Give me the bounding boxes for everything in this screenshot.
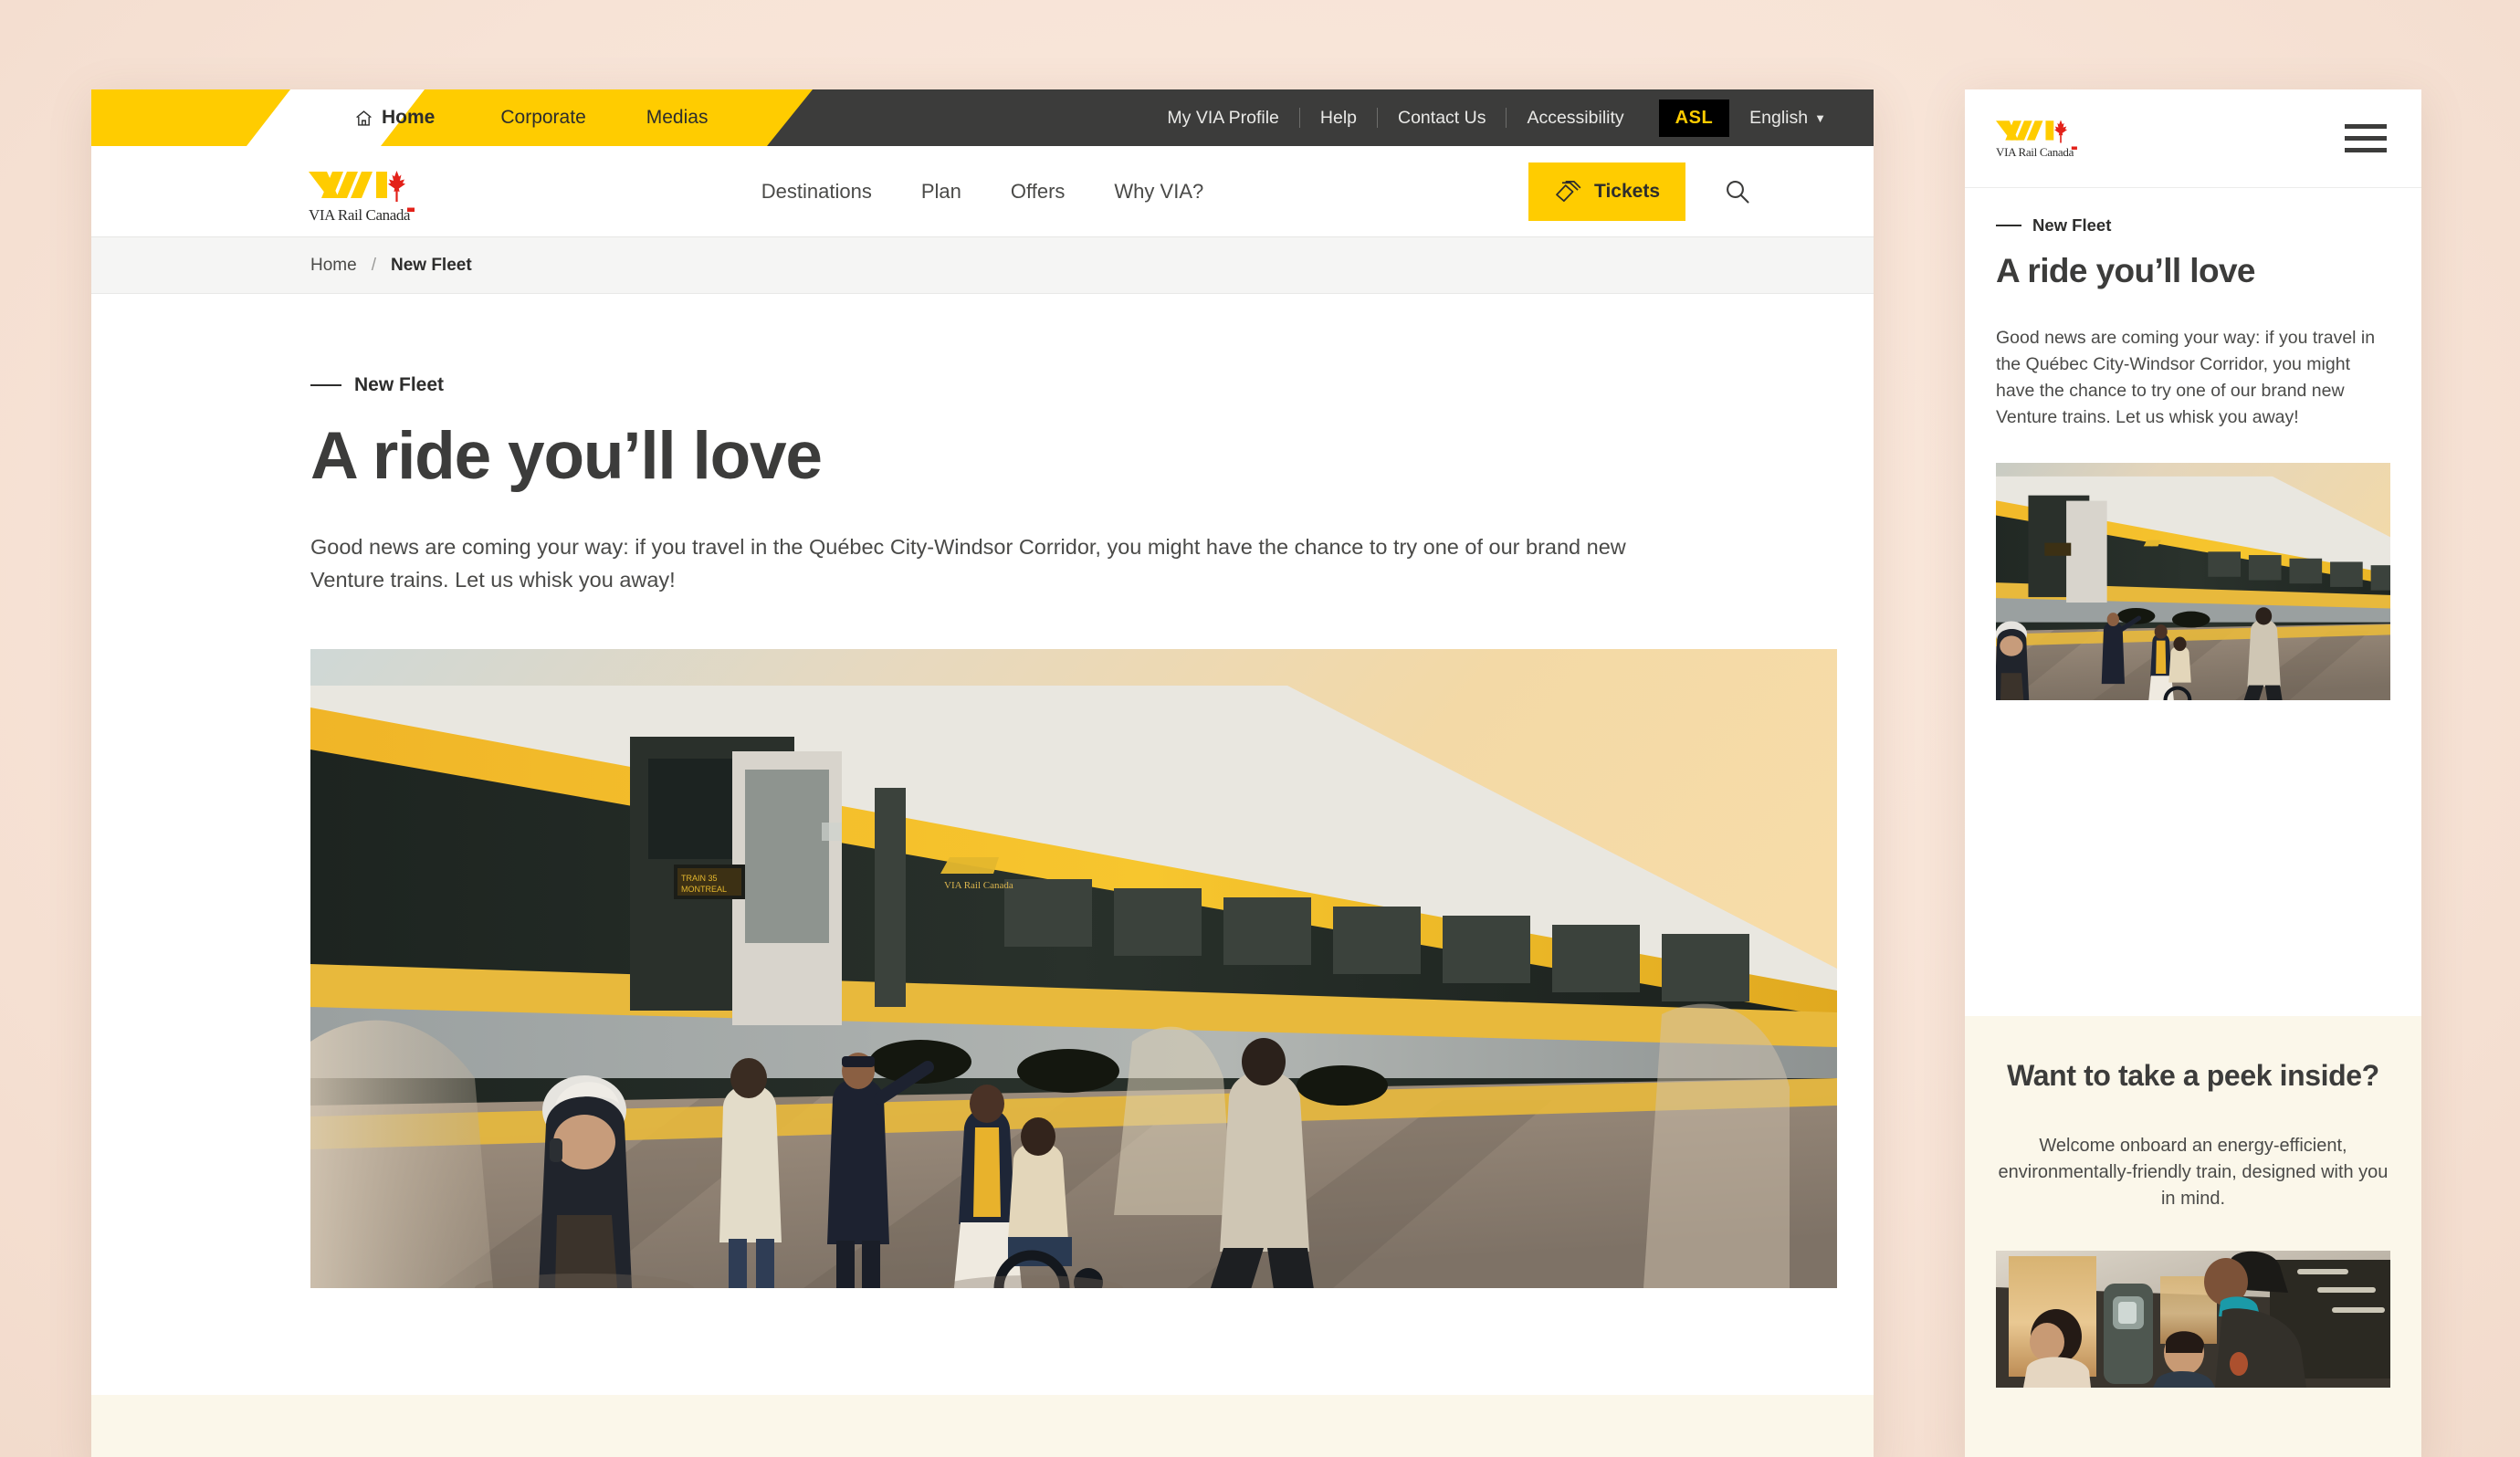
breadcrumb-item-new-fleet: New Fleet (390, 255, 472, 275)
mobile-eyebrow-rule (1996, 225, 2021, 226)
main-header: VIA Rail Canada Destinations Plan Offers… (91, 146, 1874, 237)
next-section-band (91, 1395, 1874, 1457)
mobile-peek-section: Want to take a peek inside? Welcome onbo… (1965, 1016, 2421, 1457)
main-navigation: Destinations Plan Offers Why VIA? (761, 146, 1203, 237)
home-icon (354, 109, 373, 128)
hamburger-menu-icon[interactable] (2341, 121, 2390, 156)
nav-link-plan[interactable]: Plan (921, 180, 961, 204)
utility-topbar: Home Corporate Medias My VIA Profile Hel… (91, 89, 1874, 146)
search-button[interactable] (1718, 173, 1757, 211)
mobile-peek-body: Welcome onboard an energy-efficient, env… (1998, 1136, 2389, 1210)
desktop-browser-panel: Home Corporate Medias My VIA Profile Hel… (91, 89, 1874, 1457)
language-selector[interactable]: English ▼ (1737, 108, 1826, 129)
utility-link-my-via-profile[interactable]: My VIA Profile (1147, 108, 1298, 129)
hamburger-bar (2345, 136, 2387, 141)
breadcrumb: Home / New Fleet (91, 237, 1874, 294)
svg-text:MONTREAL: MONTREAL (681, 885, 727, 894)
utility-link-contact-us[interactable]: Contact Us (1378, 108, 1506, 129)
hero-image: TRAIN 35 MONTREAL VIA Rail Canada (310, 649, 1837, 1289)
topbar-link-corporate-label: Corporate (500, 107, 586, 128)
tickets-icon (1554, 181, 1581, 203)
mobile-interior-image: Onboard attendant serving passengers ins… (1996, 1251, 2390, 1389)
topbar-primary-links: Home Corporate Medias (91, 89, 708, 146)
mobile-via-logo-wordmark: VIA Rail Canada (1996, 145, 2080, 160)
svg-text:VIA Rail Canada: VIA Rail Canada (944, 880, 1013, 891)
nav-link-offers[interactable]: Offers (1011, 180, 1066, 204)
utility-link-help[interactable]: Help (1300, 108, 1377, 129)
mobile-via-rail-logo[interactable]: VIA Rail Canada (1996, 118, 2080, 160)
language-selector-label: English (1749, 107, 1809, 128)
hamburger-bar (2345, 148, 2387, 152)
via-logo-mark (309, 168, 418, 204)
mobile-article: New Fleet A ride you’ll love Good news a… (1965, 188, 2421, 701)
mobile-browser-panel: VIA Rail Canada New Fleet A ride you’ll … (1965, 89, 2421, 1457)
hero-image-illustration: TRAIN 35 MONTREAL VIA Rail Canada (310, 649, 1837, 1289)
page-title: A ride you’ll love (310, 419, 823, 493)
asl-badge[interactable]: ASL (1658, 99, 1730, 137)
search-icon (1724, 178, 1751, 205)
utility-link-accessibility[interactable]: Accessibility (1507, 108, 1643, 129)
tickets-button-label: Tickets (1594, 181, 1660, 202)
hamburger-bar (2345, 124, 2387, 129)
mobile-page-title: A ride you’ll love (1996, 252, 2256, 289)
header-actions: Tickets (1528, 146, 1757, 237)
breadcrumb-separator: / (371, 255, 376, 275)
chevron-down-icon: ▼ (1814, 110, 1826, 125)
mobile-interior-illustration (1996, 1251, 2390, 1389)
svg-text:VIA Rail Canada: VIA Rail Canada (309, 206, 411, 224)
tickets-button[interactable]: Tickets (1528, 162, 1685, 221)
nav-link-destinations[interactable]: Destinations (761, 180, 872, 204)
article-eyebrow: New Fleet (310, 374, 1654, 396)
article-lede: Good news are coming your way: if you tr… (310, 534, 1626, 592)
person-foreground-phone (539, 1075, 632, 1289)
nav-link-why-via[interactable]: Why VIA? (1114, 180, 1203, 204)
breadcrumb-item-home[interactable]: Home (310, 256, 357, 276)
article-content: New Fleet A ride you’ll love Good news a… (91, 294, 1874, 1289)
mobile-hero-image: Passengers boarding a VIA Rail Venture t… (1996, 463, 2390, 701)
mobile-peek-title: Want to take a peek inside? (2007, 1059, 2379, 1092)
mobile-header: VIA Rail Canada (1965, 89, 2421, 188)
svg-text:VIA Rail Canada: VIA Rail Canada (1996, 145, 2074, 159)
topbar-utility-links: My VIA Profile Help Contact Us Accessibi… (1147, 89, 1826, 146)
mobile-article-eyebrow-label: New Fleet (2032, 215, 2112, 235)
topbar-link-home[interactable]: Home (354, 107, 435, 129)
svg-text:TRAIN 35: TRAIN 35 (681, 874, 718, 883)
mobile-hero-illustration (1996, 463, 2390, 701)
mobile-article-eyebrow: New Fleet (1996, 215, 2390, 236)
via-rail-logo[interactable]: VIA Rail Canada (309, 168, 418, 225)
mobile-via-logo-mark (1996, 118, 2080, 145)
topbar-link-home-label: Home (382, 107, 436, 128)
article-eyebrow-label: New Fleet (354, 374, 445, 395)
topbar-link-medias-label: Medias (646, 107, 709, 128)
via-logo-wordmark: VIA Rail Canada (309, 206, 418, 225)
mobile-article-lede: Good news are coming your way: if you tr… (1996, 328, 2376, 427)
eyebrow-rule (310, 384, 341, 386)
topbar-link-medias[interactable]: Medias (646, 107, 709, 129)
topbar-link-corporate[interactable]: Corporate (500, 107, 585, 129)
